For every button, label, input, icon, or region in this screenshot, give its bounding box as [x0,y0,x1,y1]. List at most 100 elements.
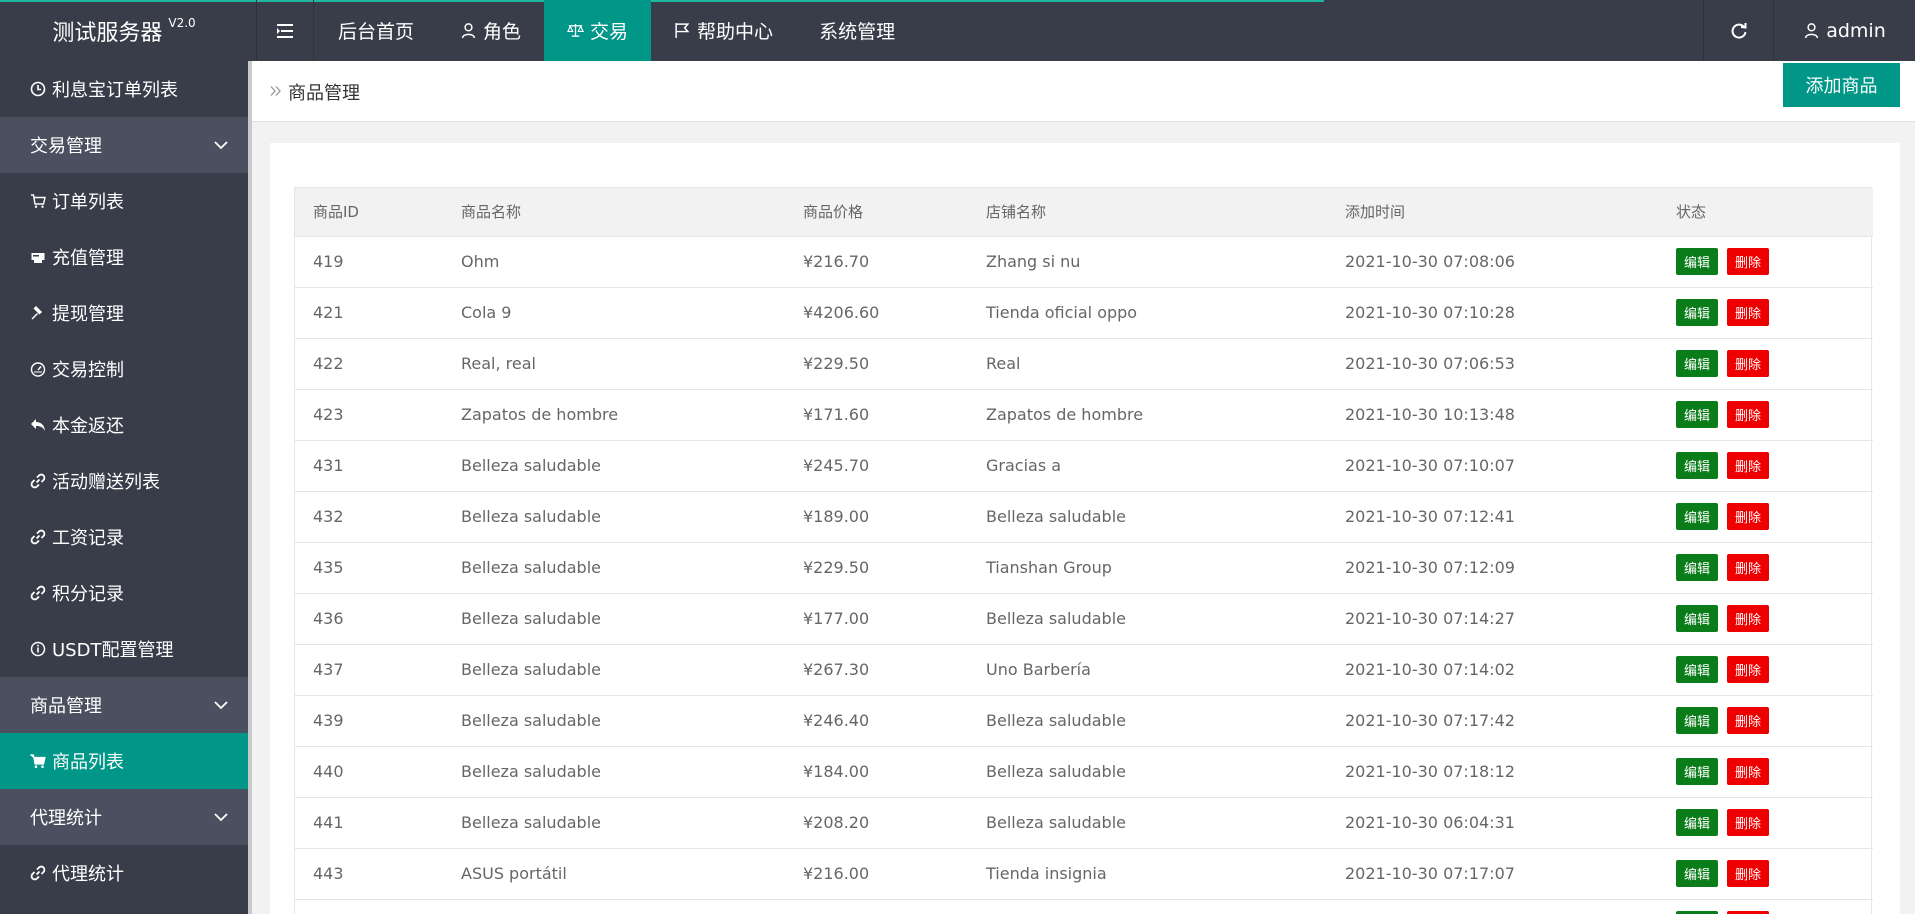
app-version: V2.0 [168,15,196,30]
user-menu[interactable]: admin [1774,0,1915,61]
nav-item-role[interactable]: 角色 [437,0,544,61]
table-row: 435 Belleza saludable ¥229.50 Tianshan Grou… [295,542,1873,593]
menu-toggle-icon[interactable] [256,0,314,61]
sidebar-item-principal-return[interactable]: 本金返还 [0,397,248,453]
cell-added-time: 2021-10-30 07:14:27 [1345,609,1515,628]
chevron-down-icon [214,141,228,150]
cell-actions: 编辑删除 [1658,644,1873,695]
edit-button[interactable]: 编辑 [1676,401,1718,428]
edit-button[interactable]: 编辑 [1676,809,1718,836]
edit-button[interactable]: 编辑 [1676,299,1718,326]
cell-id: 423 [313,405,344,424]
delete-button[interactable]: 删除 [1727,248,1769,275]
user-icon [1805,23,1819,39]
cell-price: ¥229.50 [803,354,870,373]
sidebar-group-products[interactable]: 商品管理 [0,677,248,733]
sidebar-item-trade-control[interactable]: 交易控制 [0,341,248,397]
user-name: admin [1826,19,1886,42]
gauge-icon [30,361,46,377]
table-row: 439 Belleza saludable ¥246.40 Belleza salud… [295,695,1873,746]
edit-button[interactable]: 编辑 [1676,554,1718,581]
cell-price: ¥229.50 [803,558,870,577]
edit-button[interactable]: 编辑 [1676,350,1718,377]
table-row: 422 Real, real ¥229.50 Real 2021-10-30 07:06… [295,338,1873,389]
delete-button[interactable]: 删除 [1727,860,1769,887]
cell-actions: 编辑删除 [1658,542,1873,593]
edit-button[interactable]: 编辑 [1676,860,1718,887]
edit-button[interactable]: 编辑 [1676,605,1718,632]
cell-name: Belleza saludable [461,813,601,832]
cell-shop: Gracias a [986,456,1062,475]
nav-item-trade[interactable]: 交易 [544,0,652,61]
sidebar-item-usdt-config[interactable]: USDT配置管理 [0,621,248,677]
sidebar-scrollbar[interactable] [248,61,252,914]
cell-name: Belleza saludable [461,609,601,628]
cell-price: ¥208.20 [803,813,870,832]
chevron-down-icon [214,701,228,710]
sidebar-item-points-records[interactable]: 积分记录 [0,565,248,621]
sidebar-item-activity-gifts[interactable]: 活动赠送列表 [0,453,248,509]
edit-button[interactable]: 编辑 [1676,707,1718,734]
edit-button[interactable]: 编辑 [1676,656,1718,683]
delete-button[interactable]: 删除 [1727,605,1769,632]
cell-actions: 编辑删除 [1658,491,1873,542]
cell-added-time: 2021-10-30 07:08:06 [1345,252,1515,271]
table-row: 437 Belleza saludable ¥267.30 Uno Barbería 2… [295,644,1873,695]
sidebar-item-recharge[interactable]: 充值管理 [0,229,248,285]
cell-id: 432 [313,507,344,526]
sidebar-group-label: 交易管理 [30,136,102,157]
edit-button[interactable]: 编辑 [1676,503,1718,530]
sidebar-group-trade[interactable]: 交易管理 [0,117,248,173]
sidebar-item-withdraw[interactable]: 提现管理 [0,285,248,341]
sidebar-item-interest-orders[interactable]: 利息宝订单列表 [0,61,248,117]
cell-added-time: 2021-10-30 07:17:42 [1345,711,1515,730]
sidebar-item-agent-stats[interactable]: 代理统计 [0,845,248,901]
sidebar-item-orders[interactable]: 订单列表 [0,173,248,229]
cell-added-time: 2021-10-30 07:12:09 [1345,558,1515,577]
delete-button[interactable]: 删除 [1727,401,1769,428]
sidebar: 利息宝订单列表 交易管理 订单列表 充值管理 提现管理 交易控制 本金返还 活动… [0,61,248,914]
refresh-icon[interactable] [1703,0,1774,61]
delete-button[interactable]: 删除 [1727,554,1769,581]
cell-price: ¥246.40 [803,711,870,730]
delete-button[interactable]: 删除 [1727,656,1769,683]
link-icon [30,865,46,881]
cart-icon [30,753,46,769]
add-product-button[interactable]: 添加商品 [1783,63,1900,107]
delete-button[interactable]: 删除 [1727,452,1769,479]
nav-item-help[interactable]: 帮助中心 [651,0,796,61]
edit-button[interactable]: 编辑 [1676,248,1718,275]
column-header-price: 商品价格 [785,188,968,237]
column-header-id: 商品ID [295,188,443,237]
cell-added-time: 2021-10-30 07:10:28 [1345,303,1515,322]
sidebar-item-salary-records[interactable]: 工资记录 [0,509,248,565]
edit-button[interactable]: 编辑 [1676,452,1718,479]
delete-button[interactable]: 删除 [1727,350,1769,377]
content-panel: 商品ID 商品名称 商品价格 店铺名称 添加时间 状态 419 Ohm ¥216.7… [270,143,1900,914]
cell-added-time: 2021-10-30 07:10:07 [1345,456,1515,475]
app-logo[interactable]: 测试服务器 V2.0 [0,0,248,61]
sidebar-item-product-list[interactable]: 商品列表 [0,733,248,789]
sidebar-item-label: 交易控制 [52,360,124,381]
delete-button[interactable]: 删除 [1727,503,1769,530]
cell-price: ¥267.30 [803,660,870,679]
nav-item-system[interactable]: 系统管理 [796,0,918,61]
nav-item-label: 系统管理 [819,21,896,43]
sidebar-group-agent-stats[interactable]: 代理统计 [0,789,248,845]
cell-name: Belleza saludable [461,711,601,730]
table-row: 432 Belleza saludable ¥189.00 Belleza salud… [295,491,1873,542]
edit-button[interactable]: 编辑 [1676,758,1718,785]
delete-button[interactable]: 删除 [1727,299,1769,326]
app-title: 测试服务器 [52,20,163,46]
delete-button[interactable]: 删除 [1727,707,1769,734]
delete-button[interactable]: 删除 [1727,758,1769,785]
nav-item-home[interactable]: 后台首页 [315,0,437,61]
cell-actions: 编辑删除 [1658,899,1873,914]
clock-icon [30,81,46,97]
nav-item-label: 帮助中心 [697,21,774,43]
table-row: 440 Belleza saludable ¥184.00 Belleza salud… [295,746,1873,797]
cell-price: ¥4206.60 [803,303,880,322]
cell-price [785,899,968,914]
table-row: 419 Ohm ¥216.70 Zhang si nu 2021-10-30 07:08… [295,236,1873,287]
delete-button[interactable]: 删除 [1727,809,1769,836]
